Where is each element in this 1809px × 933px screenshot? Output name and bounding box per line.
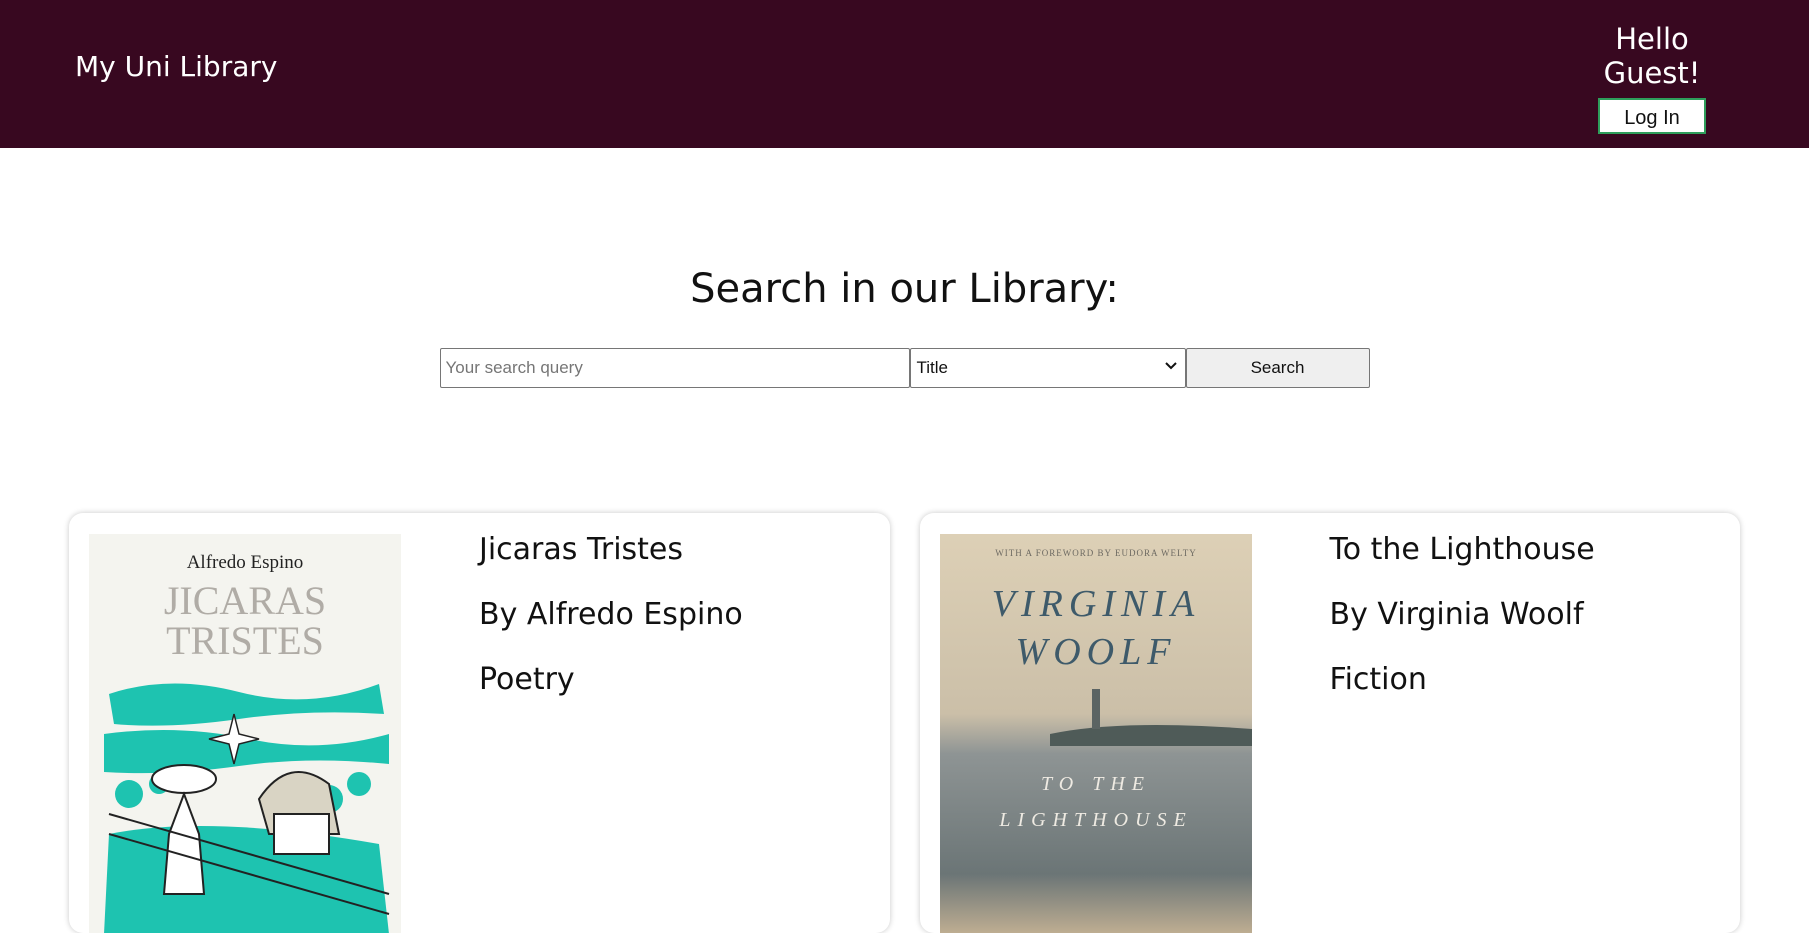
book-author: By Virginia Woolf: [1329, 597, 1584, 632]
search-field-selected: Title: [916, 358, 949, 377]
search-button[interactable]: Search: [1185, 348, 1370, 388]
cover-author-line2: WOOLF: [1015, 631, 1176, 673]
cover-title-line2: TRISTES: [166, 618, 324, 663]
book-info: To the Lighthouse By Virginia Woolf Fict…: [1330, 531, 1595, 726]
site-header: My Uni Library Hello Guest! Log In: [0, 0, 1809, 148]
cover-title-line1: TO THE: [1041, 773, 1151, 795]
site-brand[interactable]: My Uni Library: [75, 50, 277, 83]
search-field-select[interactable]: Title: [909, 348, 1186, 388]
search-form: Title Search: [0, 348, 1809, 388]
book-info: Jicaras Tristes By Alfredo Espino Poetry: [479, 531, 743, 726]
greeting-text: Hello Guest!: [1603, 22, 1701, 90]
book-cover-image[interactable]: WITH A FOREWORD BY EUDORA WELTY VIRGINIA…: [939, 534, 1252, 933]
cover-title-line2: LIGHTHOUSE: [998, 809, 1192, 831]
cover-author-line1: VIRGINIA: [991, 583, 1199, 625]
user-greeting-box: Hello Guest! Log In: [1567, 22, 1737, 134]
login-button[interactable]: Log In: [1598, 98, 1706, 134]
cover-author-text: Alfredo Espino: [187, 552, 304, 573]
book-cover-image[interactable]: Alfredo Espino JICARAS TRISTES: [89, 534, 401, 933]
book-title[interactable]: To the Lighthouse: [1330, 531, 1595, 568]
book-list: Alfredo Espino JICARAS TRISTES Jicaras T…: [69, 513, 1740, 933]
cover-title-line1: JICARAS: [164, 578, 326, 623]
book-card[interactable]: Alfredo Espino JICARAS TRISTES Jicaras T…: [69, 513, 890, 933]
book-genre: Poetry: [479, 662, 575, 697]
chevron-down-icon: [1164, 358, 1177, 374]
cover-foreword-text: WITH A FOREWORD BY EUDORA WELTY: [995, 548, 1196, 558]
book-genre: Fiction: [1329, 662, 1427, 697]
book-title[interactable]: Jicaras Tristes: [479, 531, 743, 568]
book-author: By Alfredo Espino: [479, 597, 743, 632]
search-section: Search in our Library: Title Search: [0, 266, 1809, 388]
book-card[interactable]: WITH A FOREWORD BY EUDORA WELTY VIRGINIA…: [919, 513, 1740, 933]
search-input[interactable]: [439, 348, 910, 388]
search-heading: Search in our Library:: [690, 266, 1119, 312]
